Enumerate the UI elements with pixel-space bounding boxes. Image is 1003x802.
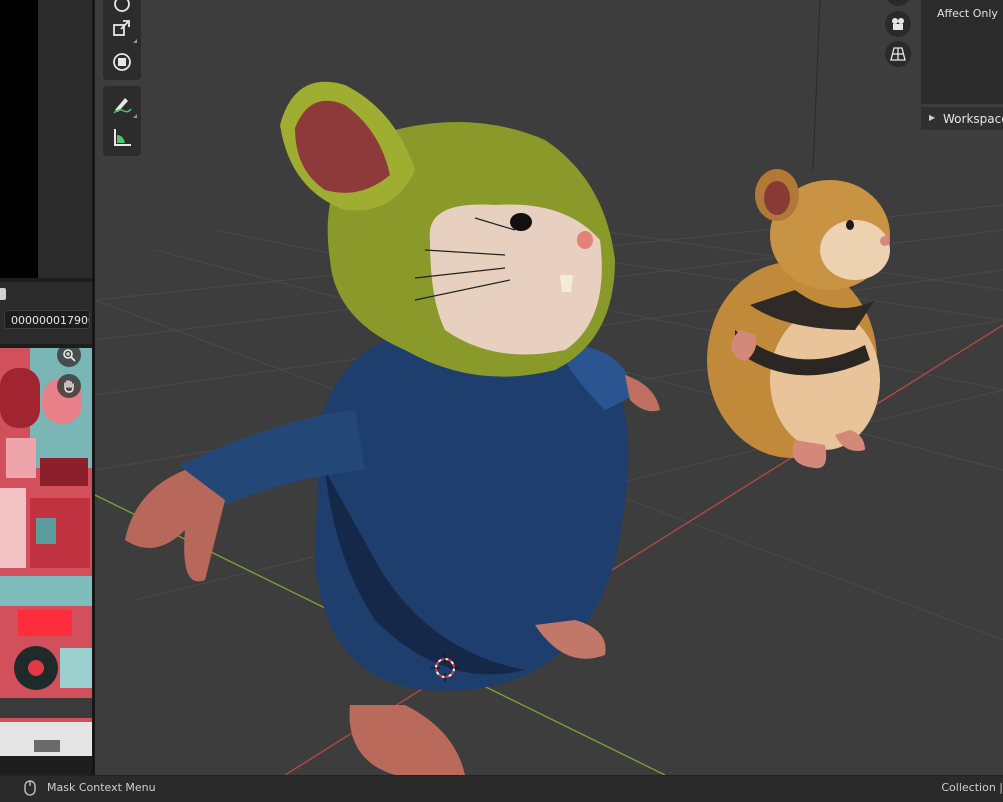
texture-region bbox=[0, 698, 92, 718]
hamster-model-blue bbox=[125, 81, 660, 775]
camera-icon[interactable] bbox=[885, 11, 911, 37]
disclosure-triangle-icon[interactable]: ▶ bbox=[929, 113, 935, 122]
viewport-scene bbox=[95, 0, 1003, 775]
3d-viewport[interactable] bbox=[95, 0, 1003, 775]
scale-icon[interactable] bbox=[106, 12, 138, 44]
texture-region bbox=[0, 576, 92, 606]
texture-region bbox=[40, 458, 88, 486]
texture-region bbox=[36, 518, 56, 544]
hamster-model-orange bbox=[707, 169, 890, 469]
transform-toolbar bbox=[103, 0, 141, 80]
left-empty-editor bbox=[0, 0, 38, 278]
affect-only-label[interactable]: Affect Only bbox=[937, 7, 998, 20]
workspace-label[interactable]: Workspace bbox=[943, 112, 1003, 126]
texture-region bbox=[28, 660, 44, 676]
left-editor-strip bbox=[38, 0, 92, 278]
measure-icon[interactable] bbox=[106, 121, 138, 153]
annotate-icon[interactable] bbox=[106, 87, 138, 119]
texture-region bbox=[0, 488, 26, 568]
collection-info: Collection | bbox=[941, 781, 1003, 794]
mouse-icon bbox=[24, 780, 36, 796]
workspace-subpanel[interactable]: ▶ Workspace bbox=[921, 107, 1003, 130]
mouse-hint-label: Mask Context Menu bbox=[47, 781, 156, 794]
annotate-toolbar bbox=[103, 86, 141, 156]
hand-icon[interactable] bbox=[57, 374, 81, 398]
texture-region bbox=[6, 438, 36, 478]
image-name-field[interactable]: 000000017900 bbox=[4, 310, 90, 329]
texture-region bbox=[0, 368, 40, 428]
image-icon[interactable] bbox=[0, 288, 6, 300]
image-editor-header: 000000017900 bbox=[0, 282, 92, 344]
submenu-indicator bbox=[133, 39, 137, 43]
status-bar: Mask Context Menu Collection | bbox=[0, 775, 1003, 802]
texture-region bbox=[18, 610, 72, 636]
ortho-grid-icon[interactable] bbox=[885, 41, 911, 67]
texture-image[interactable] bbox=[0, 348, 92, 756]
sidebar-panel: Affect Only bbox=[921, 0, 1003, 104]
texture-region bbox=[34, 740, 60, 752]
texture-region bbox=[60, 648, 92, 688]
transform-icon[interactable] bbox=[106, 46, 138, 78]
submenu-indicator bbox=[133, 114, 137, 118]
